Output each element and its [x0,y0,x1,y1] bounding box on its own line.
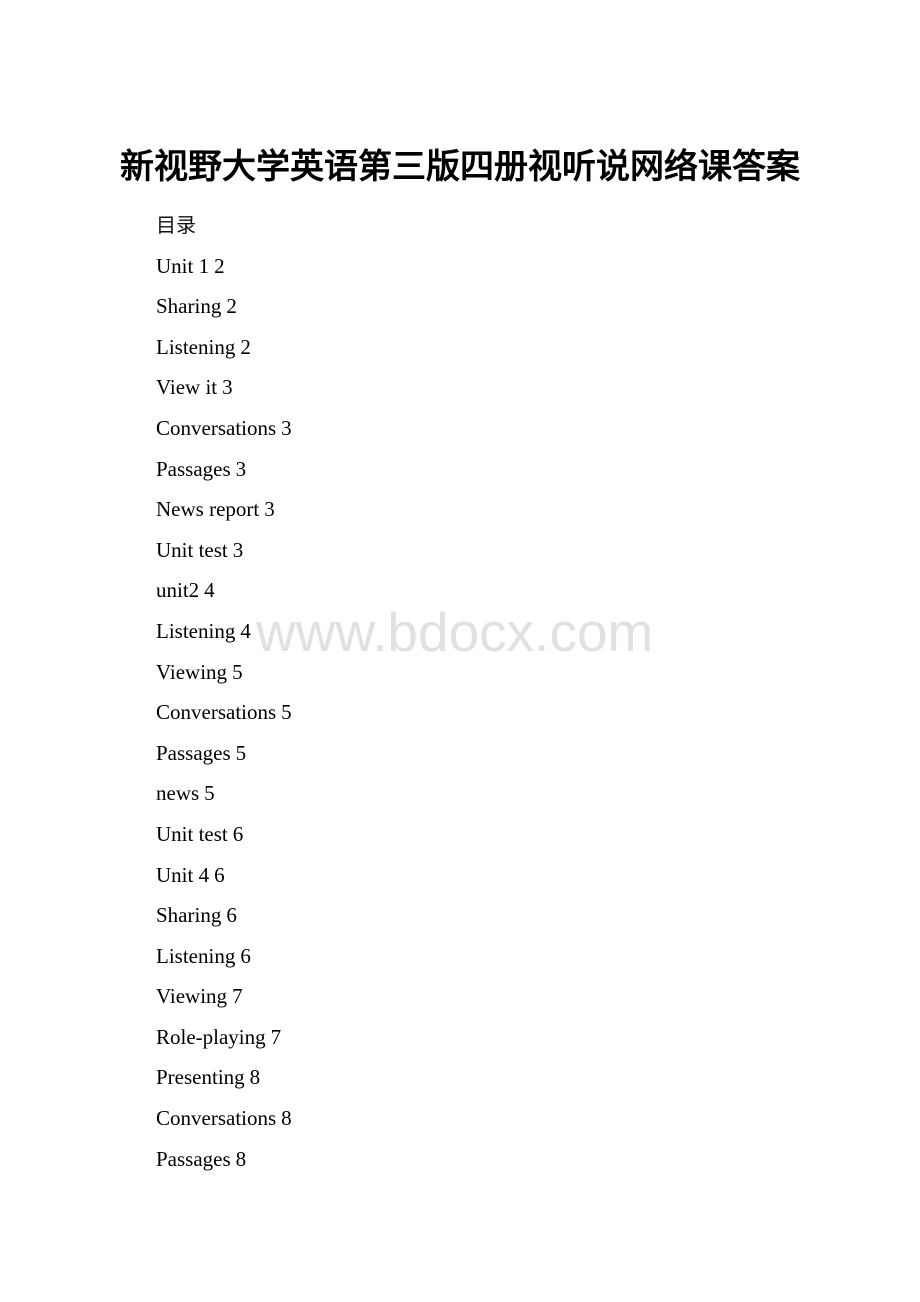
toc-entry-page-number: 5 [235,740,247,765]
toc-entry-page-number: 6 [214,862,225,887]
toc-entry-page-number: 6 [226,903,237,928]
toc-entry[interactable]: Role-playing 7 [156,1017,292,1058]
toc-entry-label: Viewing [156,984,228,1009]
toc-entry-label: Listening [156,943,236,968]
toc-entry[interactable]: News report 3 [156,489,292,530]
toc-entry-label: Conversations [156,415,277,440]
toc-entry[interactable]: Viewing 7 [156,976,292,1017]
toc-entry-label: Unit test [156,821,228,846]
toc-entry-label: Passages [156,456,231,481]
toc-entry[interactable]: Sharing 2 [156,286,292,327]
toc-entry-page-number: 5 [204,781,215,806]
toc-entry-page-number: 3 [281,415,292,440]
toc-entry-label: Unit 4 [156,862,210,887]
toc-entry-label: Passages [156,1146,231,1171]
toc-entry-page-number: 2 [240,334,251,359]
toc-entry-label: Conversations [156,700,277,725]
toc-entry-page-number: 3 [222,375,233,400]
toc-entry[interactable]: Conversations 8 [156,1098,292,1139]
toc-entry[interactable]: Passages 8 [156,1139,292,1180]
toc-entry-label: Role-playing [156,1024,266,1049]
toc-entry-label: View it [156,375,218,400]
toc-entry[interactable]: Conversations 5 [156,692,292,733]
toc-entry[interactable]: Unit test 6 [156,814,292,855]
toc-entry[interactable]: Conversations 3 [156,408,292,449]
watermark: www.bdocx.com [256,601,654,663]
toc-entry-label: Presenting [156,1065,245,1090]
toc-entry-label: Sharing [156,903,222,928]
toc-heading: 目录 [156,213,196,237]
toc-entry-page-number: 2 [214,253,225,278]
toc-entry[interactable]: Unit test 3 [156,530,292,571]
toc-entry-label: Listening [156,618,236,643]
toc-entry-page-number: 8 [249,1065,261,1090]
toc-entry-page-number: 8 [235,1146,247,1171]
toc-entry-label: Unit 1 [156,253,210,278]
toc-entry-label: News report [156,497,260,522]
toc-entry-page-number: 7 [232,984,243,1009]
toc-entry[interactable]: Unit 46 [156,855,292,896]
toc-entry[interactable]: Viewing 5 [156,652,292,693]
toc-entry[interactable]: Sharing 6 [156,895,292,936]
toc-entry-page-number: 4 [204,578,215,603]
toc-entry[interactable]: Passages 3 [156,449,292,490]
toc-entry-page-number: 7 [270,1024,282,1049]
toc-entry-page-number: 5 [281,700,292,725]
toc-entry-label: Sharing [156,294,222,319]
toc-entry-page-number: 3 [264,497,275,522]
toc-entry-label: news [156,781,200,806]
toc-entry[interactable]: unit2 4 [156,570,292,611]
toc-entry[interactable]: news 5 [156,773,292,814]
toc-entry-label: unit2 [156,578,200,603]
table-of-contents: 目录 Unit 1 2 Sharing 2 Listening 2 View it 3 Conv… [156,205,292,1179]
toc-entry-page-number: 4 [240,618,251,643]
toc-entry[interactable]: View it 3 [156,367,292,408]
toc-entry-label: Conversations [156,1106,277,1131]
toc-entry-page-number: 2 [226,294,237,319]
toc-entry-page-number: 6 [232,821,244,846]
toc-entry-page-number: 3 [235,456,247,481]
toc-entry-page-number: 5 [232,659,243,684]
toc-entry-page-number: 3 [232,537,244,562]
toc-entry-label: Listening [156,334,236,359]
document-title: 新视野大学英语第三版四册视听说网络课答案 [120,147,800,187]
toc-entry[interactable]: Passages 5 [156,733,292,774]
toc-entry[interactable]: Unit 12 [156,246,292,287]
toc-entry-label: Passages [156,740,231,765]
toc-entry[interactable]: Presenting 8 [156,1057,292,1098]
toc-entry-page-number: 6 [240,943,251,968]
toc-entry[interactable]: Listening 4 [156,611,292,652]
toc-entry[interactable]: Listening 6 [156,936,292,977]
toc-entry-label: Viewing [156,659,228,684]
toc-entry[interactable]: Listening 2 [156,327,292,368]
toc-entry-label: Unit test [156,537,228,562]
toc-entry-page-number: 8 [281,1106,292,1131]
